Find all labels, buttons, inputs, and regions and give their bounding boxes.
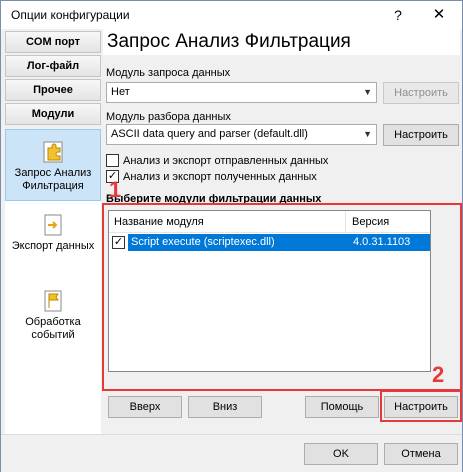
annotation-marker-1: 1 xyxy=(109,177,122,202)
annotation-box-2 xyxy=(380,390,462,422)
analyze-received-label: Анализ и экспорт полученных данных xyxy=(123,171,317,183)
sidebar-item-label: Обработка событий xyxy=(25,316,81,341)
chevron-down-icon: ▼ xyxy=(363,87,372,97)
close-icon[interactable]: ✕ xyxy=(419,4,459,26)
event-flag-icon xyxy=(44,290,62,312)
ok-button[interactable]: OK xyxy=(304,443,378,465)
query-module-select[interactable]: Нет ▼ xyxy=(106,82,377,103)
sidebar-item-event-processing[interactable]: Обработка событий xyxy=(5,289,101,349)
sidebar-item-label: Экспорт данных xyxy=(11,240,95,252)
annotation-box-1 xyxy=(102,203,462,391)
page-title: Запрос Анализ Фильтрация xyxy=(103,29,460,55)
move-up-button[interactable]: Вверх xyxy=(108,396,182,418)
parser-module-select[interactable]: ASCII data query and parser (default.dll… xyxy=(106,124,377,145)
query-configure-button[interactable]: Настроить xyxy=(383,82,459,104)
query-module-label: Модуль запроса данных xyxy=(106,67,231,79)
export-icon xyxy=(44,214,62,236)
puzzle-icon xyxy=(43,141,63,163)
sidebar-button-other[interactable]: Прочее xyxy=(5,79,101,101)
annotation-marker-2: 2 xyxy=(432,362,445,387)
title-bar: Опции конфигурации ? ✕ xyxy=(1,1,462,29)
options-dialog: Опции конфигурации ? ✕ COM порт Лог-файл… xyxy=(0,0,463,472)
window-title: Опции конфигурации xyxy=(11,8,130,22)
parser-module-value: ASCII data query and parser (default.dll… xyxy=(111,128,308,140)
help-icon[interactable]: ? xyxy=(383,4,413,26)
sidebar-button-com-port[interactable]: COM порт xyxy=(5,31,101,53)
cancel-button[interactable]: Отмена xyxy=(384,443,458,465)
modules-panel: Запрос Анализ Фильтрация Экспорт данных … xyxy=(5,129,101,439)
chevron-down-icon: ▼ xyxy=(363,129,372,139)
parser-module-label: Модуль разбора данных xyxy=(106,111,231,123)
analyze-sent-label: Анализ и экспорт отправленных данных xyxy=(123,155,329,167)
sidebar-item-label: Запрос Анализ Фильтрация xyxy=(14,167,92,192)
help-button[interactable]: Помощь xyxy=(305,396,379,418)
move-down-button[interactable]: Вниз xyxy=(188,396,262,418)
analyze-sent-checkbox[interactable] xyxy=(106,154,119,167)
sidebar-item-export-data[interactable]: Экспорт данных xyxy=(5,213,101,273)
sidebar: COM порт Лог-файл Прочее Модули Запрос А… xyxy=(5,29,101,439)
sidebar-button-modules[interactable]: Модули xyxy=(5,103,101,125)
dialog-footer: OK Отмена xyxy=(1,434,462,472)
sidebar-button-log-file[interactable]: Лог-файл xyxy=(5,55,101,77)
query-module-value: Нет xyxy=(111,86,130,98)
sidebar-item-query-analysis[interactable]: Запрос Анализ Фильтрация xyxy=(5,129,101,201)
parser-configure-button[interactable]: Настроить xyxy=(383,124,459,146)
